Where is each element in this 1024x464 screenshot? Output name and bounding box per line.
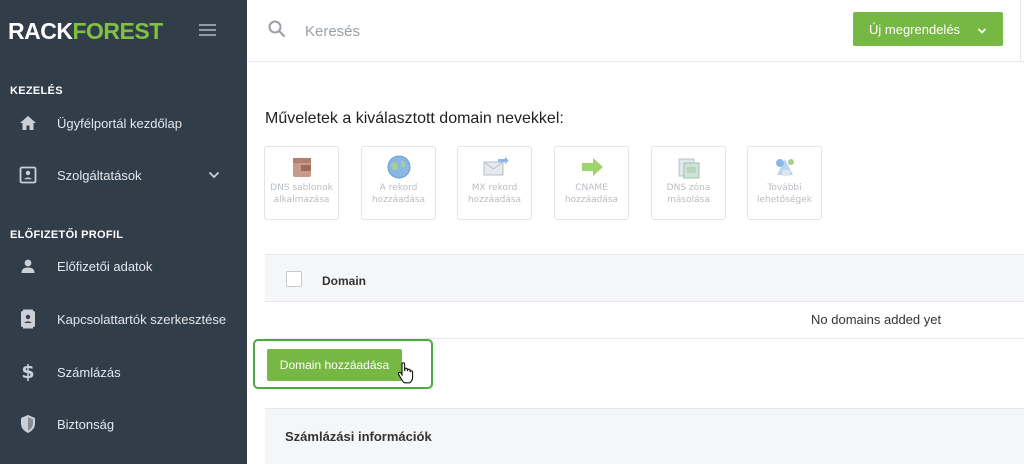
tool-a-record[interactable]: A rekord hozzáadása <box>361 146 436 220</box>
sidebar: RACKFOREST KEZELÉS Ügyfélportál kezdőlap… <box>0 0 247 464</box>
domain-table-header: Domain <box>265 254 1024 302</box>
sidebar-item-label: Ügyfélportál kezdőlap <box>57 115 183 131</box>
tool-label: CNAME hozzáadása <box>564 183 619 205</box>
search-icon[interactable] <box>267 19 287 39</box>
tool-more-options[interactable]: További lehetőségek <box>747 146 822 220</box>
tool-label: DNS sablonok alkalmazása <box>270 183 333 205</box>
operations-heading: Műveletek a kiválasztott domain nevekkel… <box>265 110 564 127</box>
shield-icon <box>18 414 38 434</box>
brand-logo-part2: FOREST <box>72 18 163 44</box>
sidebar-item-label: Biztonság <box>57 416 115 432</box>
topbar: Új megrendelés <box>247 0 1024 62</box>
arrow-right-icon <box>578 153 606 181</box>
menu-toggle-icon[interactable] <box>199 24 216 36</box>
settings-icon <box>771 153 799 181</box>
tool-dns-zone-copy[interactable]: DNS zóna másolása <box>651 146 726 220</box>
dollar-icon: $ <box>21 361 35 383</box>
sidebar-item-subscriber[interactable]: Előfizetői adatok <box>0 248 247 284</box>
select-all-checkbox[interactable] <box>286 271 302 287</box>
brand-logo[interactable]: RACKFOREST <box>8 18 163 45</box>
contact-card-icon <box>18 165 38 185</box>
sidebar-item-label: Kapcsolattartók szerkesztése <box>57 311 227 327</box>
sidebar-item-contacts[interactable]: Kapcsolattartók szerkesztése <box>0 301 247 337</box>
wallet-icon <box>288 153 316 181</box>
tool-dns-templates[interactable]: DNS sablonok alkalmazása <box>264 146 339 220</box>
globe-icon <box>385 153 413 181</box>
tool-cname[interactable]: CNAME hozzáadása <box>554 146 629 220</box>
brand-logo-part1: RACK <box>8 18 73 44</box>
chevron-down-icon <box>977 24 987 34</box>
sidebar-item-security[interactable]: Biztonság <box>0 406 247 442</box>
sidebar-item-label: Szolgáltatások <box>57 167 142 183</box>
sidebar-item-label: Előfizetői adatok <box>57 258 153 274</box>
add-domain-button[interactable]: Domain hozzáadása <box>267 349 402 381</box>
search-input[interactable] <box>305 18 705 44</box>
new-order-button[interactable]: Új megrendelés <box>853 12 1003 46</box>
tool-label: MX rekord hozzáadása <box>467 183 522 205</box>
tool-label: DNS zóna másolása <box>666 183 711 205</box>
tool-label: További lehetőségek <box>756 183 812 205</box>
sidebar-item-billing[interactable]: $ Számlázás <box>0 354 247 390</box>
table-empty-row: No domains added yet <box>265 302 1024 339</box>
copy-icon <box>675 153 703 181</box>
billing-info-title: Számlázási információk <box>285 429 432 444</box>
new-order-label: Új megrendelés <box>869 21 961 37</box>
sidebar-item-label: Számlázás <box>57 364 121 380</box>
hand-cursor-icon <box>397 362 415 384</box>
tool-mx-record[interactable]: MX rekord hozzáadása <box>457 146 532 220</box>
tool-label: A rekord hozzáadása <box>371 183 426 205</box>
column-header-domain: Domain <box>322 274 367 288</box>
home-icon <box>18 113 38 133</box>
sidebar-item-home[interactable]: Ügyfélportál kezdőlap <box>0 105 247 141</box>
sidebar-item-services[interactable]: Szolgáltatások <box>0 157 247 193</box>
section-title-kezeles: KEZELÉS <box>10 85 63 97</box>
empty-message: No domains added yet <box>811 312 942 327</box>
mail-icon <box>481 153 509 181</box>
billing-info-panel: Számlázási információk <box>265 408 1024 464</box>
chevron-down-icon <box>207 168 221 182</box>
topbar-divider <box>1020 0 1021 62</box>
contacts-book-icon <box>18 309 38 329</box>
user-icon <box>18 256 38 276</box>
section-title-profil: ELŐFIZETŐI PROFIL <box>10 229 124 241</box>
